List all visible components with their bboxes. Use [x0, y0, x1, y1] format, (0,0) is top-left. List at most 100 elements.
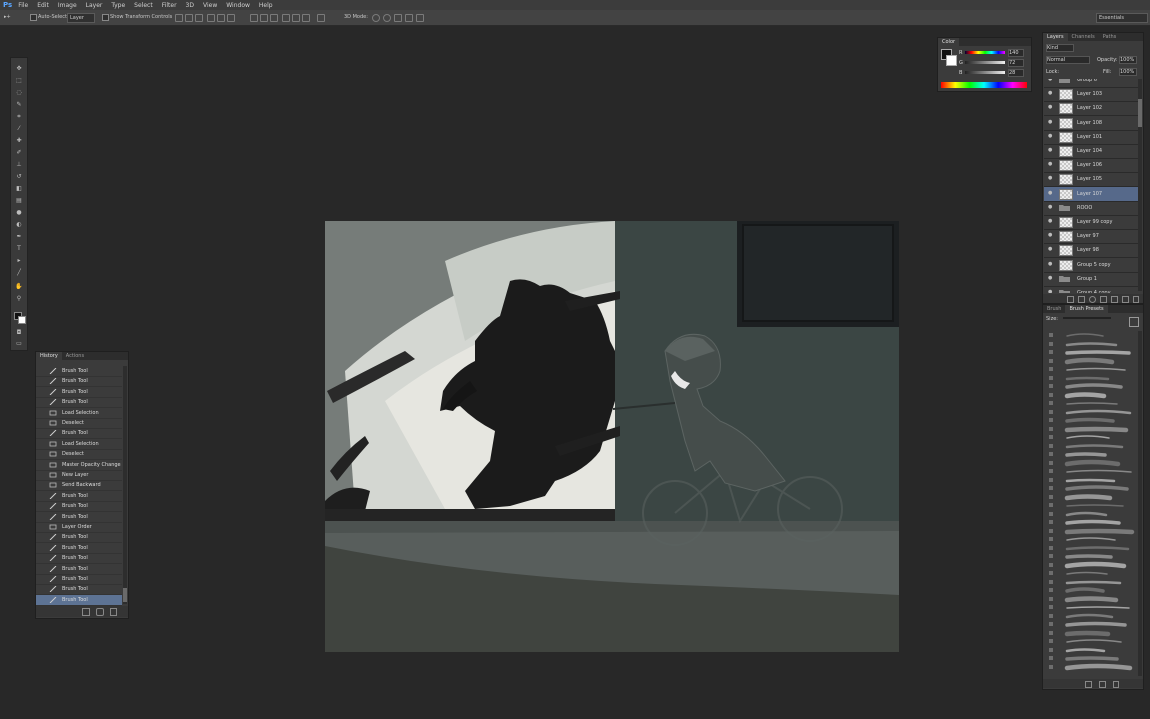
history-item[interactable]: Brush Tool [36, 532, 122, 544]
brush-preset-stroke[interactable] [1049, 382, 1137, 390]
history-item[interactable]: Brush Tool [36, 512, 122, 523]
quick-select-tool-icon[interactable]: ✎ [15, 102, 23, 108]
workspace-switcher[interactable]: Essentials [1096, 13, 1148, 23]
visibility-eye-icon[interactable]: ● [1048, 162, 1053, 167]
brush-panel-menu-icon[interactable] [1129, 317, 1139, 327]
layer-group-row[interactable]: ● Group 1 [1044, 272, 1138, 287]
brush-preset-stroke[interactable] [1049, 459, 1137, 467]
menu-file[interactable]: File [18, 2, 28, 9]
visibility-eye-icon[interactable]: ● [1048, 91, 1053, 96]
visibility-eye-icon[interactable]: ● [1048, 261, 1053, 267]
brush-size-slider[interactable] [1063, 317, 1111, 319]
new-group-icon[interactable] [1111, 296, 1118, 303]
menu-image[interactable]: Image [58, 2, 77, 9]
delete-layer-icon[interactable] [1133, 296, 1139, 303]
new-preset-icon[interactable] [1099, 681, 1106, 688]
brush-preset-stroke[interactable] [1049, 629, 1137, 637]
layer-row[interactable]: ● Layer 104 [1044, 144, 1138, 159]
visibility-eye-icon[interactable]: ● [1048, 148, 1053, 153]
move-tool-icon[interactable]: ✥ [15, 66, 23, 72]
b-value[interactable]: 28 [1008, 69, 1024, 77]
blend-mode-dropdown[interactable]: Normal [1046, 56, 1090, 64]
brush-preset-stroke[interactable] [1049, 374, 1137, 382]
brush-preset-stroke[interactable] [1049, 595, 1137, 603]
delete-preset-icon[interactable] [1113, 681, 1119, 688]
new-snapshot-icon[interactable] [96, 608, 104, 616]
history-item[interactable]: Brush Tool [36, 366, 122, 377]
distribute-right-icon[interactable] [302, 14, 310, 22]
history-item[interactable]: Brush Tool [36, 501, 122, 513]
history-item[interactable]: Brush Tool [36, 584, 122, 596]
layer-row[interactable]: ● Layer 102 [1044, 101, 1138, 117]
brush-preset-stroke[interactable] [1049, 408, 1137, 416]
brush-preset-stroke[interactable] [1049, 416, 1137, 424]
distribute-hcenter-icon[interactable] [292, 14, 300, 22]
visibility-eye-icon[interactable]: ● [1048, 133, 1053, 139]
type-tool-icon[interactable]: T [15, 246, 23, 252]
tab-channels[interactable]: Channels [1068, 33, 1099, 41]
brush-preset-stroke[interactable] [1049, 544, 1137, 552]
brush-preset-stroke[interactable] [1049, 510, 1137, 518]
history-item[interactable]: Brush Tool [36, 491, 122, 502]
brush-preset-stroke[interactable] [1049, 399, 1137, 407]
brush-preset-stroke[interactable] [1049, 476, 1137, 484]
history-item[interactable]: Send Backward [36, 480, 122, 492]
layer-group-row[interactable]: ● Group 4 copy [1044, 286, 1138, 293]
brush-preset-stroke[interactable] [1049, 646, 1137, 654]
brush-preset-stroke[interactable] [1049, 484, 1137, 492]
align-top-icon[interactable] [175, 14, 183, 22]
layer-style-icon[interactable] [1078, 296, 1085, 303]
3d-roll-icon[interactable] [383, 14, 391, 22]
quick-mask-icon[interactable]: ◘ [15, 330, 23, 336]
distribute-vcenter-icon[interactable] [260, 14, 268, 22]
visibility-eye-icon[interactable]: ● [1048, 247, 1053, 252]
layer-row[interactable]: ● Layer 108 [1044, 116, 1138, 131]
brush-preset-stroke[interactable] [1049, 348, 1137, 356]
align-hcenter-icon[interactable] [217, 14, 225, 22]
toggle-brush-panel-icon[interactable] [1085, 681, 1092, 688]
b-slider[interactable] [965, 71, 1005, 74]
layer-row[interactable]: ● Layer 98 [1044, 243, 1138, 259]
clone-stamp-tool-icon[interactable]: ⊥ [15, 162, 23, 168]
brush-preset-stroke[interactable] [1049, 425, 1137, 433]
pen-tool-icon[interactable]: ✒ [15, 234, 23, 240]
visibility-eye-icon[interactable]: ● [1048, 119, 1053, 125]
brush-preset-stroke[interactable] [1049, 501, 1137, 509]
3d-rotate-icon[interactable] [372, 14, 380, 22]
tab-actions[interactable]: Actions [62, 352, 88, 360]
dodge-tool-icon[interactable]: ◐ [15, 222, 23, 228]
color-spectrum-bar[interactable] [941, 82, 1027, 88]
history-item[interactable]: Brush Tool [36, 387, 122, 398]
history-item[interactable]: Load Selection [36, 439, 122, 450]
brush-preset-stroke[interactable] [1049, 331, 1137, 339]
move-tool-icon[interactable]: ▸+ [4, 14, 11, 20]
g-slider[interactable] [965, 61, 1005, 64]
3d-scale-icon[interactable] [416, 14, 424, 22]
history-item[interactable]: Brush Tool [36, 574, 122, 585]
r-value[interactable]: 140 [1008, 49, 1024, 57]
layer-row[interactable]: ● Layer 101 [1044, 130, 1138, 145]
3d-pan-icon[interactable] [394, 14, 402, 22]
auto-align-icon[interactable] [317, 14, 325, 22]
delete-state-icon[interactable] [110, 608, 117, 616]
new-layer-icon[interactable] [1122, 296, 1129, 303]
brush-preset-stroke[interactable] [1049, 552, 1137, 560]
r-slider[interactable] [965, 51, 1005, 54]
document-canvas[interactable] [325, 221, 899, 652]
layer-filter-dropdown[interactable]: Kind [1046, 44, 1074, 52]
brush-preset-stroke[interactable] [1049, 620, 1137, 628]
tab-color[interactable]: Color [938, 38, 960, 46]
layer-row[interactable]: ● Layer 97 [1044, 229, 1138, 245]
menu-layer[interactable]: Layer [86, 2, 103, 9]
g-value[interactable]: 72 [1008, 59, 1024, 67]
layer-row[interactable]: ● Layer 105 [1044, 172, 1138, 188]
shape-tool-icon[interactable]: ╱ [15, 270, 23, 276]
layer-row[interactable]: ● Layer 103 [1044, 87, 1138, 103]
history-item[interactable]: New Layer [36, 470, 122, 481]
layer-row[interactable]: ● Layer 99 copy [1044, 215, 1138, 230]
visibility-eye-icon[interactable]: ● [1048, 219, 1053, 224]
history-item[interactable]: Brush Tool [36, 397, 122, 409]
visibility-eye-icon[interactable]: ● [1048, 233, 1053, 238]
brush-preset-stroke[interactable] [1049, 433, 1137, 441]
history-brush-tool-icon[interactable]: ↺ [15, 174, 23, 180]
